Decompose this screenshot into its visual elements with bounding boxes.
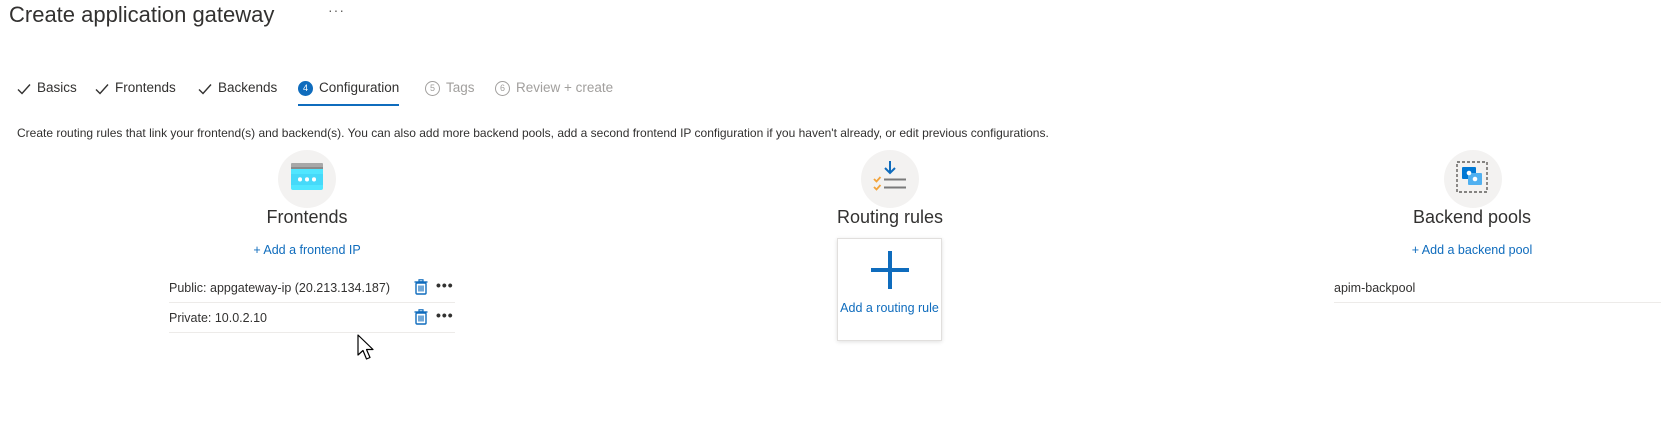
backend-pool-icon — [1444, 150, 1502, 208]
tab-review-create[interactable]: 6 Review + create — [495, 80, 613, 108]
ellipsis-icon[interactable]: ••• — [436, 308, 454, 322]
add-routing-rule-label: Add a routing rule — [840, 301, 939, 315]
configuration-description: Create routing rules that link your fron… — [17, 126, 1049, 140]
row-actions: ••• — [414, 308, 454, 325]
tab-frontends[interactable]: Frontends — [95, 80, 176, 108]
tab-basics[interactable]: Basics — [17, 80, 77, 108]
list-item[interactable]: Private: 10.0.2.10 ••• — [169, 303, 455, 333]
page-title: Create application gateway — [9, 2, 275, 27]
add-frontend-ip-link[interactable]: + Add a frontend IP — [253, 243, 360, 257]
backend-pool-label: apim-backpool — [1334, 281, 1416, 295]
delete-icon[interactable] — [414, 309, 428, 325]
tab-label: Frontends — [115, 80, 176, 95]
list-item[interactable]: Public: appgateway-ip (20.213.134.187) •… — [169, 273, 455, 303]
tab-label: Review + create — [516, 80, 614, 95]
delete-icon[interactable] — [414, 279, 428, 295]
step-number-badge: 6 — [495, 81, 510, 96]
list-item[interactable]: apim-backpool — [1334, 273, 1661, 303]
tab-tags[interactable]: 5 Tags — [425, 80, 475, 108]
checkmark-icon — [95, 84, 109, 95]
routing-rules-icon — [861, 150, 919, 208]
tab-configuration[interactable]: 4 Configuration — [298, 80, 400, 108]
tab-label: Backends — [218, 80, 278, 95]
checkmark-icon — [17, 84, 31, 95]
routing-rules-heading: Routing rules — [836, 207, 944, 227]
step-number-badge: 5 — [425, 81, 440, 96]
tab-label: Tags — [446, 80, 475, 95]
tab-label: Configuration — [319, 80, 400, 95]
checkmark-icon — [198, 84, 212, 95]
add-routing-rule-button[interactable]: Add a routing rule — [837, 238, 942, 341]
ellipsis-icon[interactable]: ••• — [436, 278, 454, 292]
step-number-badge: 4 — [298, 81, 313, 96]
frontend-ip-label: Public: appgateway-ip (20.213.134.187) — [169, 281, 390, 295]
mouse-pointer-icon — [357, 334, 374, 360]
frontend-ip-label: Private: 10.0.2.10 — [169, 311, 267, 325]
tab-label: Basics — [37, 80, 77, 95]
add-backend-pool-link[interactable]: + Add a backend pool — [1412, 243, 1533, 257]
frontend-browser-icon — [278, 150, 336, 208]
create-app-gateway-page: Create application gateway ··· Basics Fr… — [0, 0, 1661, 447]
row-actions: ••• — [414, 278, 454, 295]
tab-backends[interactable]: Backends — [198, 80, 277, 108]
frontends-heading: Frontends — [266, 207, 348, 227]
plus-icon — [871, 251, 909, 289]
backend-pools-heading: Backend pools — [1412, 207, 1532, 227]
more-options-button[interactable]: ··· — [328, 2, 345, 18]
